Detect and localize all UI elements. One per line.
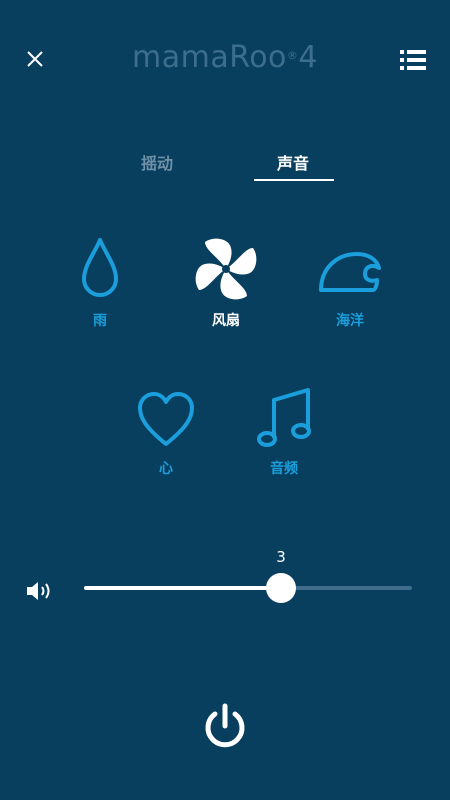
power-button[interactable] [200, 700, 250, 754]
sound-option-rain[interactable]: 雨 [60, 234, 140, 330]
music-note-icon [257, 388, 311, 447]
brand-logo: mamaRoo®4 [0, 40, 450, 75]
fan-icon [195, 238, 257, 300]
sound-label-fan: 风扇 [212, 313, 240, 329]
menu-button[interactable] [396, 44, 430, 78]
sound-label-audio: 音频 [270, 461, 298, 477]
volume-slider[interactable] [84, 573, 412, 603]
sound-option-heart[interactable]: 心 [126, 388, 206, 478]
sound-option-ocean[interactable]: 海洋 [308, 234, 392, 330]
menu-list-icon [400, 50, 426, 70]
tab-motion[interactable]: 摇动 [107, 150, 207, 174]
wave-icon [319, 252, 381, 292]
volume-fill [84, 586, 281, 590]
tab-sound[interactable]: 声音 [243, 150, 343, 174]
sound-option-audio[interactable]: 音频 [244, 386, 324, 478]
power-icon [205, 703, 245, 748]
speaker-icon [27, 582, 50, 600]
brand-text: mamaRoo [131, 40, 287, 75]
sound-label-ocean: 海洋 [336, 313, 364, 329]
volume-toggle[interactable] [24, 578, 58, 604]
brand-reg: ® [286, 49, 299, 62]
sound-label-heart: 心 [159, 461, 173, 477]
heart-icon [138, 392, 194, 446]
volume-thumb[interactable] [266, 573, 296, 603]
raindrop-icon [82, 238, 118, 297]
sound-option-fan[interactable]: 风扇 [186, 234, 266, 330]
volume-value: 3 [276, 548, 286, 566]
brand-number: 4 [298, 40, 318, 75]
active-tab-underline [254, 179, 334, 181]
sound-label-rain: 雨 [93, 313, 107, 329]
